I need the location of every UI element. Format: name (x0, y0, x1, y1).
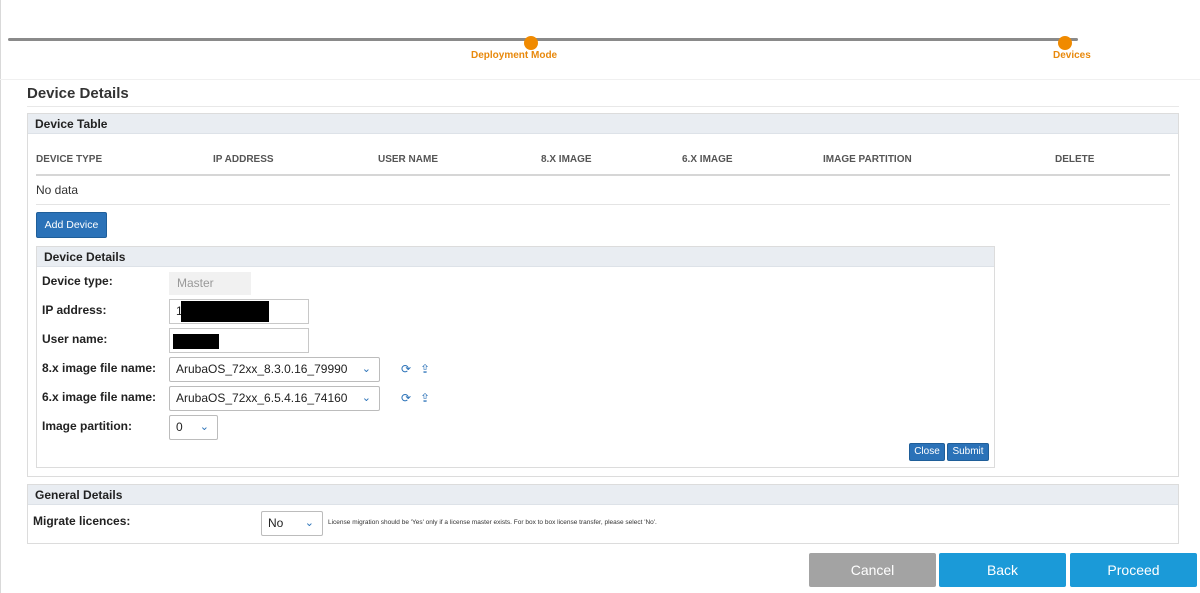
column-image-partition[interactable]: IMAGE PARTITION (823, 154, 912, 165)
close-button[interactable]: Close (909, 443, 945, 461)
general-details-panel: General Details Migrate licences: No ⌄ L… (27, 484, 1179, 544)
refresh-icon[interactable]: ⟳ (399, 362, 413, 376)
submit-button[interactable]: Submit (947, 443, 989, 461)
image-partition-select[interactable]: 0 ⌄ (169, 415, 218, 440)
ip-address-label: IP address: (42, 303, 107, 317)
refresh-icon[interactable]: ⟳ (399, 391, 413, 405)
step-dot-deployment-mode[interactable] (524, 36, 538, 50)
license-migration-note: License migration should be 'Yes' only i… (328, 519, 657, 526)
column-6x-image[interactable]: 6.X IMAGE (682, 154, 733, 165)
image8-select[interactable]: ArubaOS_72xx_8.3.0.16_79990 ⌄ (169, 357, 380, 382)
step-label-deployment-mode[interactable]: Deployment Mode (471, 50, 557, 61)
title-divider (27, 106, 1179, 107)
add-device-button[interactable]: Add Device (36, 212, 107, 238)
migrate-licences-select[interactable]: No ⌄ (261, 511, 323, 536)
user-name-input[interactable] (169, 328, 309, 353)
ip-address-input[interactable]: 1 (169, 299, 309, 324)
proceed-button[interactable]: Proceed (1070, 553, 1197, 587)
column-delete[interactable]: DELETE (1055, 154, 1094, 165)
column-8x-image[interactable]: 8.X IMAGE (541, 154, 592, 165)
redacted-block (173, 334, 219, 349)
step-label-devices[interactable]: Devices (1053, 50, 1091, 61)
column-device-type[interactable]: DEVICE TYPE (36, 154, 102, 165)
upload-icon[interactable]: ⇪ (418, 362, 432, 376)
column-user-name[interactable]: USER NAME (378, 154, 438, 165)
image6-selected-value: ArubaOS_72xx_6.5.4.16_74160 (176, 391, 348, 405)
device-table-header: Device Table (28, 114, 1178, 134)
migrate-licences-selected-value: No (268, 516, 284, 530)
chevron-down-icon: ⌄ (199, 421, 209, 433)
image6-select[interactable]: ArubaOS_72xx_6.5.4.16_74160 ⌄ (169, 386, 380, 411)
image8-label: 8.x image file name: (42, 361, 157, 375)
image6-label: 6.x image file name: (42, 390, 157, 404)
chevron-down-icon: ⌄ (361, 392, 371, 404)
page-left-border (0, 0, 1, 593)
step-dot-devices[interactable] (1058, 36, 1072, 50)
migrate-licences-label: Migrate licences: (33, 514, 131, 528)
device-table-empty-row: No data (36, 178, 1170, 205)
upload-icon[interactable]: ⇪ (418, 391, 432, 405)
stepper-track (8, 38, 1078, 41)
device-details-header: Device Details (37, 247, 994, 267)
page-title: Device Details (27, 85, 129, 102)
back-button[interactable]: Back (939, 553, 1066, 587)
device-table-panel: Device Table DEVICE TYPE IP ADDRESS USER… (27, 113, 1179, 477)
image8-selected-value: ArubaOS_72xx_8.3.0.16_79990 (176, 362, 348, 376)
device-type-label: Device type: (42, 274, 113, 288)
redacted-block (181, 301, 269, 322)
general-details-header: General Details (28, 485, 1178, 505)
progress-stepper: Deployment Mode Devices (0, 0, 1200, 80)
chevron-down-icon: ⌄ (361, 363, 371, 375)
device-details-panel: Device Details Device type: Master IP ad… (36, 246, 995, 468)
device-type-field: Master (169, 272, 251, 295)
chevron-down-icon: ⌄ (304, 517, 314, 529)
image-partition-label: Image partition: (42, 419, 133, 433)
cancel-button[interactable]: Cancel (809, 553, 936, 587)
column-ip-address[interactable]: IP ADDRESS (213, 154, 274, 165)
device-table-column-headers: DEVICE TYPE IP ADDRESS USER NAME 8.X IMA… (36, 152, 1170, 176)
image-partition-selected-value: 0 (176, 420, 183, 434)
user-name-label: User name: (42, 332, 108, 346)
